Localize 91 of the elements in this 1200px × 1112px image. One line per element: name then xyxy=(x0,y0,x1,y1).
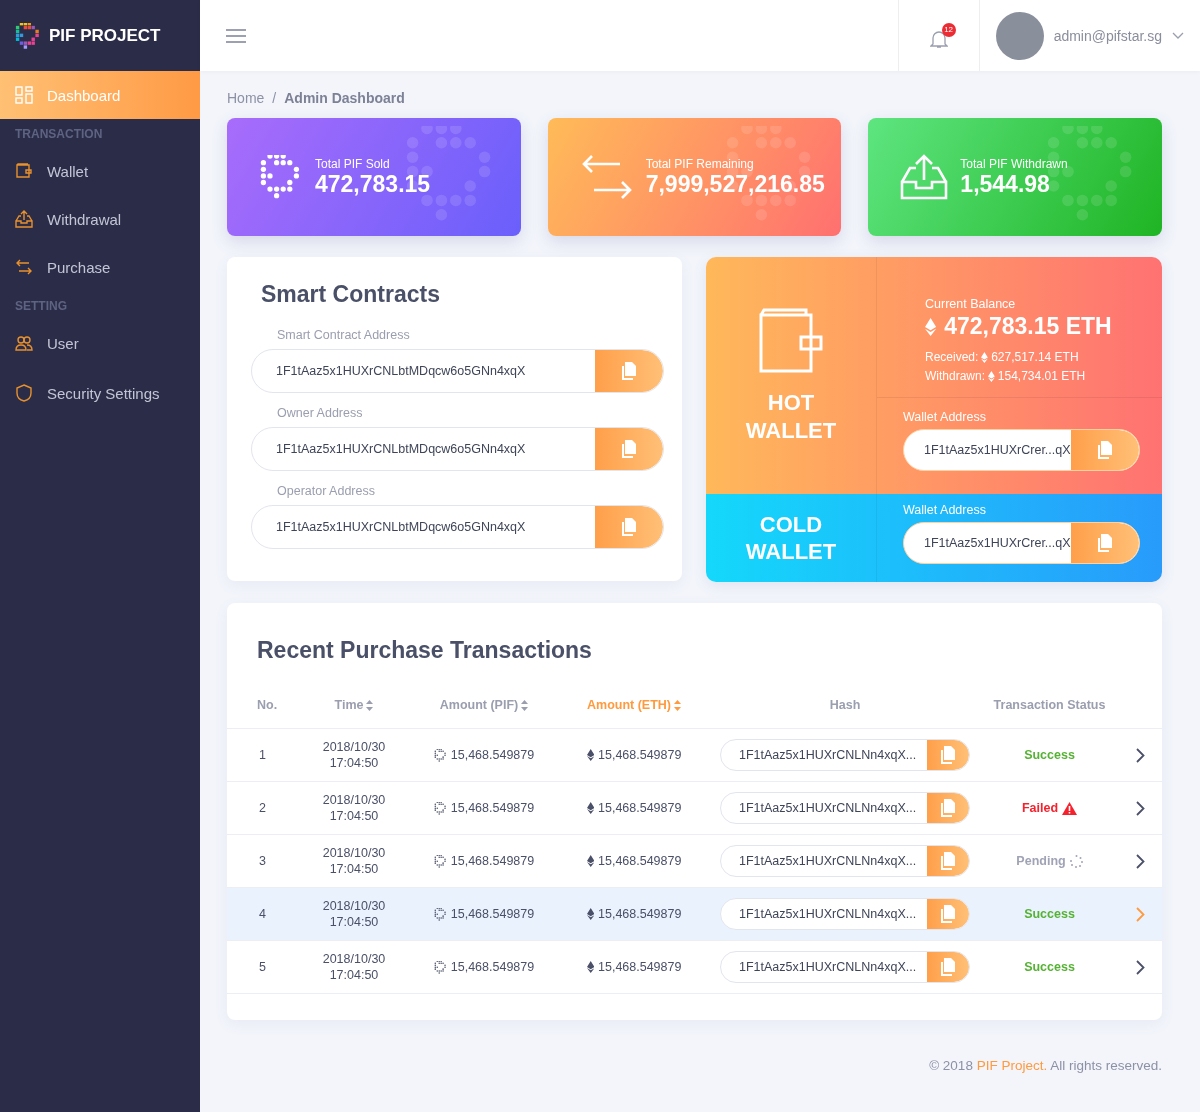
table-cell: 15,468.549879 xyxy=(450,854,535,868)
table-cell: 15,468.549879 xyxy=(450,801,535,815)
section-heading: TRANSACTION xyxy=(14,126,104,143)
column-header: Transaction Status xyxy=(993,698,1106,712)
table-cell: 2 xyxy=(259,801,266,815)
table-cell: 15,468.549879 xyxy=(450,960,535,974)
sidebar-item[interactable]: Withdrawal xyxy=(0,195,200,243)
chevron-right-icon[interactable] xyxy=(1135,959,1145,975)
ethereum-icon xyxy=(586,749,594,761)
pif-logo-icon xyxy=(433,801,447,815)
table-cell: 2018/10/30 17:04:50 xyxy=(322,845,386,877)
table-cell: 2018/10/30 17:04:50 xyxy=(322,739,386,771)
table-cell: 2018/10/30 17:04:50 xyxy=(322,792,386,824)
pif-logo-icon xyxy=(433,854,447,868)
wallet-title: COLD WALLET xyxy=(744,510,838,566)
ethereum-icon xyxy=(586,908,594,920)
status-text: Success xyxy=(1024,748,1075,762)
stat-label: Total PIF Withdrawn xyxy=(960,156,1068,171)
chevron-down-icon xyxy=(1172,31,1184,40)
table-cell: 15,468.549879 xyxy=(598,907,682,921)
table-cell: 2018/10/30 17:04:50 xyxy=(322,898,386,930)
status-text: Success xyxy=(1024,907,1075,921)
status-text: Success xyxy=(1024,960,1075,974)
column-header: Hash xyxy=(829,698,861,712)
users-icon xyxy=(15,334,33,352)
notification-count: 12 xyxy=(941,22,956,37)
inbox-upload-icon xyxy=(15,210,33,228)
status-text: Failed xyxy=(1021,801,1059,815)
logo-icon xyxy=(15,22,41,49)
table-cell: 15,468.549879 xyxy=(598,854,682,868)
withdrawn-label: Withdrawn: xyxy=(925,368,986,385)
chevron-right-icon[interactable] xyxy=(1135,800,1145,816)
inbox-upload-icon xyxy=(900,154,949,200)
withdrawn-value: 154,734.01 ETH xyxy=(997,368,1086,385)
spinner-icon xyxy=(1069,854,1083,868)
brand-name: PIF PROJECT xyxy=(49,25,161,46)
field-label: Wallet Address xyxy=(903,410,987,424)
stat-label: Total PIF Sold xyxy=(315,156,391,171)
dashboard-icon xyxy=(15,86,33,104)
chevron-right-icon[interactable] xyxy=(1135,747,1145,763)
received-label: Received: xyxy=(925,349,979,366)
table-cell: 15,468.549879 xyxy=(598,748,682,762)
table-cell: 4 xyxy=(259,907,266,921)
table-cell: 15,468.549879 xyxy=(598,960,682,974)
sidebar-item[interactable]: Security Settings xyxy=(0,367,200,419)
table-cell: 15,468.549879 xyxy=(598,801,682,815)
table-cell: 2018/10/30 17:04:50 xyxy=(322,951,386,983)
swap-arrows-icon xyxy=(15,258,33,276)
received-value: 627,517.14 ETH xyxy=(991,349,1079,366)
chevron-right-icon[interactable] xyxy=(1135,853,1145,869)
field-label: Operator Address xyxy=(277,484,376,498)
copyright-text: © 2018 PIF Project. All rights reserved. xyxy=(928,1058,1162,1073)
table-cell: 3 xyxy=(259,854,266,868)
ethereum-icon xyxy=(988,371,995,382)
field-label: Wallet Address xyxy=(903,503,987,517)
balance-value: 472,783.15 ETH xyxy=(944,313,1112,340)
wallet-icon xyxy=(757,307,825,375)
field-label: Smart Contract Address xyxy=(277,328,411,342)
ethereum-icon xyxy=(586,802,594,814)
breadcrumb-link[interactable]: Admin Dashboard xyxy=(284,90,405,106)
pif-logo-icon xyxy=(433,748,447,762)
wallet-icon xyxy=(15,162,33,180)
table-cell: 5 xyxy=(259,960,266,974)
card-title: Smart Contracts xyxy=(261,281,441,308)
status-text: Pending xyxy=(1016,854,1066,868)
table-cell: 1 xyxy=(259,748,266,762)
stat-value: 472,783.15 xyxy=(315,170,431,198)
ethereum-icon xyxy=(925,317,937,336)
stat-label: Total PIF Remaining xyxy=(645,156,755,171)
table-cell: 15,468.549879 xyxy=(450,907,535,921)
sidebar-item[interactable]: Purchase xyxy=(0,243,200,291)
warning-icon xyxy=(1062,801,1078,815)
stat-value: 7,999,527,216.85 xyxy=(645,170,825,198)
wallet-title: HOT WALLET xyxy=(744,389,838,444)
pif-logo-icon xyxy=(433,907,447,921)
ethereum-icon xyxy=(586,961,594,973)
column-header: No. xyxy=(257,698,278,712)
section-heading: SETTING xyxy=(14,298,68,315)
sidebar-item[interactable]: User xyxy=(0,319,200,367)
ethereum-icon xyxy=(586,855,594,867)
field-label: Owner Address xyxy=(277,406,364,420)
sidebar-item[interactable]: Wallet xyxy=(0,147,200,195)
pif-logo-icon xyxy=(433,960,447,974)
ethereum-icon xyxy=(981,352,989,363)
menu-icon[interactable] xyxy=(226,28,246,43)
table-cell: 15,468.549879 xyxy=(450,748,535,762)
card-title: Recent Purchase Transactions xyxy=(257,637,593,664)
breadcrumb-separator: / xyxy=(272,90,277,106)
shield-icon xyxy=(15,384,33,402)
balance-label: Current Balance xyxy=(925,297,1017,311)
stat-value: 1,544.98 xyxy=(960,170,1051,198)
